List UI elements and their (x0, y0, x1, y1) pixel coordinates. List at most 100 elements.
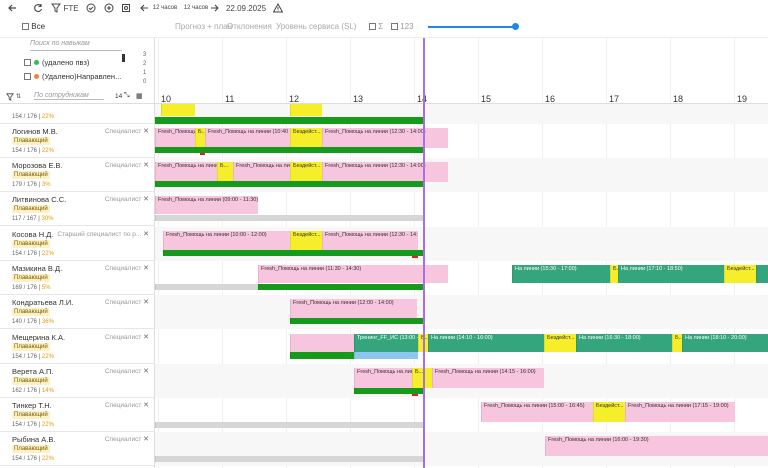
checkbox-icon[interactable] (369, 23, 376, 31)
close-icon[interactable]: ✕ (143, 334, 149, 341)
shift-block[interactable]: Fresh_Помощь на линии (14:15 - 16:00) (432, 368, 544, 388)
shift-block[interactable]: Fresh_Помощь на линии (15:00 - 16:45) (481, 402, 593, 422)
shift-block[interactable]: Fresh_Помощь на линии (17:15 - 19:00) (625, 402, 735, 422)
skill-item[interactable]: (удалено пвз) (24, 58, 89, 67)
checkbox-icon[interactable] (24, 59, 31, 66)
employee-row[interactable]: Логинов М.В. Специалист ✕ Плавающий 154 … (0, 124, 155, 158)
employee-row[interactable]: Кондратьева Л.И. Специалист ✕ Плавающий … (0, 295, 155, 329)
shift-block[interactable] (290, 334, 354, 352)
sort-icon[interactable]: ⇅ (16, 93, 21, 100)
employee-name[interactable]: Литвинова С.С. (12, 195, 66, 204)
employee-name[interactable]: Косова Н.Д. (12, 230, 53, 239)
employee-row[interactable]: Рыбина А.В. Специалист ✕ Плавающий 154 /… (0, 432, 155, 466)
employee-name[interactable]: Мазикина В.Д. (12, 264, 62, 273)
close-icon[interactable]: ✕ (143, 436, 149, 443)
shift-block[interactable]: Бездейст... (544, 334, 576, 352)
employee-search-input[interactable]: По сотрудникам (34, 92, 104, 100)
collapse-icon[interactable]: ⤡ (124, 92, 130, 100)
add-circle-icon[interactable] (103, 2, 115, 14)
shift-block[interactable]: На линии (16:30 - 18:00) (576, 334, 672, 352)
forecast-plan-toggle[interactable]: Прогноз + план (175, 22, 232, 31)
shift-block[interactable]: Б... (610, 265, 618, 283)
shift-block[interactable]: Fresh_Помощь на линии (09:00 - 10... (155, 128, 195, 148)
sigma-checkbox[interactable]: Σ (369, 22, 383, 31)
shift-block[interactable]: Бездейст... (290, 231, 322, 251)
shift-block[interactable]: Fresh_Помощь на линии (11:30 - 14:30) (258, 265, 448, 283)
service-level-toggle[interactable]: Уровень сервиса (SL) (276, 22, 356, 31)
fte-button[interactable]: FTE (63, 2, 78, 14)
calendar-icon[interactable]: ▦ (136, 92, 143, 100)
shift-block[interactable]: Fresh_Помощь на линии (12:30 - 14:00) (322, 162, 448, 182)
all-checkbox[interactable]: Все (22, 22, 45, 31)
shift-block[interactable]: Бездейст... (724, 265, 756, 283)
employee-row[interactable]: Веретa А.П. Специалист ✕ Плавающий 162 /… (0, 364, 155, 398)
shift-block[interactable]: Fresh_Помощь на линии (12:00 - 14:00) (290, 299, 417, 319)
filter-icon[interactable] (6, 93, 14, 103)
employee-row[interactable]: Мещерина К.А. Специалист ✕ Плавающий 154… (0, 330, 155, 364)
skill-search-input[interactable]: Поиск по навыкам (30, 40, 122, 51)
employee-name[interactable]: Мещерина К.А. (12, 333, 65, 342)
close-icon[interactable]: ✕ (143, 402, 149, 409)
shift-block[interactable]: Fresh_Помощь на линии (12:30 - 14:00) (322, 128, 448, 148)
range-right-button[interactable]: 12 часов (181, 2, 211, 14)
employee-name[interactable]: Морозова Е.В. (12, 161, 63, 170)
arrow-right-icon[interactable] (209, 2, 221, 14)
employee-row[interactable]: Тинкер Т.Н. Специалист ✕ Плавающий 154 /… (0, 398, 155, 432)
employee-name[interactable]: Рыбина А.В. (12, 435, 55, 444)
count-checkbox[interactable]: 123 (391, 22, 414, 31)
employee-row[interactable]: Косова Н.Д. Старший специалист по р... ✕… (0, 227, 155, 261)
shift-block[interactable]: Fresh_Помощь на линии (16:00 - 19:30) (545, 436, 768, 456)
zoom-slider[interactable] (428, 26, 516, 28)
warning-icon[interactable] (272, 2, 284, 14)
shift-block[interactable]: Б... (672, 334, 682, 352)
shift-block[interactable]: На линии (18:10 - 20:00) (682, 334, 768, 352)
close-icon[interactable]: ✕ (143, 368, 149, 375)
shift-block[interactable]: На линии (15:30 - 17:00) (512, 265, 610, 283)
employee-name[interactable]: Веретa А.П. (12, 367, 54, 376)
shift-block[interactable]: На линии (17:10 - 18:50) (618, 265, 724, 283)
range-left-button[interactable]: 12 часов (150, 2, 180, 14)
close-icon[interactable]: ✕ (143, 231, 149, 238)
shift-block[interactable] (756, 265, 768, 283)
close-icon[interactable]: ✕ (143, 265, 149, 272)
shift-block[interactable]: Бездейст... (290, 162, 322, 182)
checkbox-icon[interactable] (22, 23, 29, 31)
close-icon[interactable]: ✕ (143, 128, 149, 135)
employee-name[interactable]: Тинкер Т.Н. (12, 401, 52, 410)
employee-row[interactable]: Морозова Е.В. Специалист ✕ Плавающий 179… (0, 158, 155, 192)
shift-block[interactable]: Fresh_Помощь на линии (09:00 - 11:30) (155, 196, 258, 214)
shift-block[interactable] (290, 104, 322, 116)
employee-row[interactable]: 154 / 176 | 22% (0, 104, 155, 124)
scrollbar-thumb[interactable] (122, 54, 125, 62)
zoom-slider-knob[interactable] (512, 23, 519, 30)
shift-block[interactable]: Fresh_Помощь на линии (12:30 - 14:... (322, 231, 418, 251)
shift-block[interactable]: Бездейст... (290, 128, 322, 148)
filter-icon[interactable] (50, 2, 62, 14)
close-icon[interactable]: ✕ (143, 299, 149, 306)
shift-block[interactable]: Fresh_Помощь на линии (11:10 - 12:... (233, 162, 290, 182)
settings-icon[interactable] (120, 2, 132, 14)
arrow-left-icon[interactable] (138, 2, 150, 14)
skill-item[interactable]: (Удалено)Направлен... (24, 72, 121, 81)
close-icon[interactable]: ✕ (143, 162, 149, 169)
shift-block[interactable]: Fresh_Помощь на линии... (354, 368, 412, 388)
shift-block[interactable]: Fresh_Помощь на линии (10:40 - ... (205, 128, 290, 148)
employee-name[interactable]: Логинов М.В. (12, 127, 58, 136)
refresh-icon[interactable] (32, 2, 44, 14)
close-icon[interactable]: ✕ (143, 196, 149, 203)
employee-name[interactable]: Кондратьева Л.И. (12, 298, 73, 307)
deviations-toggle[interactable]: Отклонения (227, 22, 272, 31)
checkbox-icon[interactable] (391, 23, 398, 31)
checkbox-icon[interactable] (24, 73, 31, 80)
employee-row[interactable]: Литвинова С.С. Специалист ✕ Плавающий 11… (0, 192, 155, 226)
shift-block[interactable]: Fresh_Помощь на линии (09:00 - 10:50) (155, 162, 217, 182)
back-icon[interactable] (6, 2, 18, 14)
shift-block[interactable]: Б... (195, 128, 205, 148)
shift-block[interactable]: На линии (14:10 - 16:00) (428, 334, 544, 352)
shift-block[interactable]: Бездейст... (593, 402, 625, 422)
check-circle-icon[interactable] (85, 2, 97, 14)
shift-block[interactable]: Б... (412, 368, 432, 388)
shift-block[interactable]: Тренинг_FF_ИС (13:00 - 14:... (354, 334, 418, 352)
shift-block[interactable] (161, 104, 195, 116)
shift-block[interactable]: Б... (217, 162, 233, 182)
